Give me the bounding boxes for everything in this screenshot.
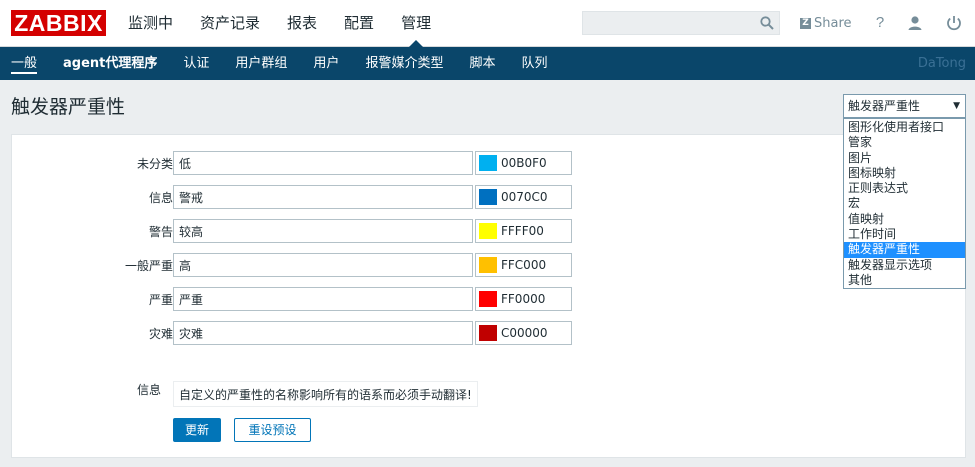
severity-row: 一般严重 FFC000 xyxy=(12,253,967,277)
color-swatch[interactable] xyxy=(479,325,497,341)
reset-defaults-button[interactable]: 重设预设 xyxy=(234,418,311,442)
main-nav-administration[interactable]: 管理 xyxy=(401,0,431,47)
search-box xyxy=(582,11,780,35)
search-input[interactable] xyxy=(583,12,753,34)
severity-row: 未分类 00B0F0 xyxy=(12,151,967,175)
severity-color-field[interactable]: FFC000 xyxy=(475,253,572,277)
dropdown-option[interactable]: 值映射 xyxy=(844,212,965,227)
severity-color-field[interactable]: C00000 xyxy=(475,321,572,345)
severity-label: 灾难 xyxy=(148,327,173,341)
color-hex-value: FF0000 xyxy=(501,292,546,306)
dropdown-option[interactable]: 管家 xyxy=(844,135,965,150)
sub-nav-authentication[interactable]: 认证 xyxy=(183,47,209,80)
color-hex-value: FFFF00 xyxy=(501,224,544,238)
main-nav-configuration[interactable]: 配置 xyxy=(344,0,374,47)
sub-nav-general[interactable]: 一般 xyxy=(11,47,38,80)
sub-nav-users[interactable]: 用户 xyxy=(313,47,339,80)
sub-nav-scripts[interactable]: 脚本 xyxy=(469,47,495,80)
severity-row: 严重 FF0000 xyxy=(12,287,967,311)
severity-color-field[interactable]: 0070C0 xyxy=(475,185,572,209)
sub-nav-proxies[interactable]: agent代理程序 xyxy=(63,47,157,80)
severity-label: 信息 xyxy=(148,191,173,205)
main-nav-inventory[interactable]: 资产记录 xyxy=(200,0,260,47)
top-header: ZABBIX 监测中 资产记录 报表 配置 管理 Z Share ? xyxy=(0,0,975,47)
severity-form: 未分类 00B0F0 信息 0070C0 警告 FFFF00 一般严重 FFC0… xyxy=(11,134,966,458)
dropdown-option[interactable]: 图形化使用者接口 xyxy=(844,120,965,135)
color-hex-value: C00000 xyxy=(501,326,548,340)
severity-name-input[interactable] xyxy=(173,287,473,311)
chevron-down-icon: ▼ xyxy=(953,101,960,111)
dropdown-option[interactable]: 图片 xyxy=(844,151,965,166)
severity-label: 未分类 xyxy=(136,157,173,171)
dropdown-option[interactable]: 工作时间 xyxy=(844,227,965,242)
main-nav-monitoring[interactable]: 监测中 xyxy=(128,0,173,47)
color-swatch[interactable] xyxy=(479,223,497,239)
color-hex-value: 0070C0 xyxy=(501,190,548,204)
share-label: Share xyxy=(814,15,852,31)
dropdown-option[interactable]: 图标映射 xyxy=(844,166,965,181)
color-hex-value: FFC000 xyxy=(501,258,547,272)
severity-label: 一般严重 xyxy=(124,259,173,273)
color-hex-value: 00B0F0 xyxy=(501,156,547,170)
page-select[interactable]: 触发器严重性 ▼ xyxy=(843,94,966,118)
severity-name-input[interactable] xyxy=(173,253,473,277)
severity-row: 警告 FFFF00 xyxy=(12,219,967,243)
severity-row: 信息 0070C0 xyxy=(12,185,967,209)
severity-name-input[interactable] xyxy=(173,321,473,345)
user-profile-icon[interactable] xyxy=(906,14,924,32)
severity-label: 警告 xyxy=(148,225,173,239)
color-swatch[interactable] xyxy=(479,257,497,273)
main-nav: 监测中 资产记录 报表 配置 管理 xyxy=(128,0,458,47)
severity-name-input[interactable] xyxy=(173,185,473,209)
zabbix-logo[interactable]: ZABBIX xyxy=(11,10,106,36)
severity-row: 灾难 C00000 xyxy=(12,321,967,345)
severity-label: 严重 xyxy=(148,293,173,307)
share-link[interactable]: Z Share xyxy=(800,14,852,32)
page-title: 触发器严重性 xyxy=(11,96,126,118)
page-select-dropdown: 图形化使用者接口 管家 图片 图标映射 正则表达式 宏 值映射 工作时间 触发器… xyxy=(843,118,966,289)
severity-name-input[interactable] xyxy=(173,151,473,175)
dropdown-option[interactable]: 宏 xyxy=(844,196,965,211)
info-label: 信息 xyxy=(136,383,161,397)
color-swatch[interactable] xyxy=(479,189,497,205)
search-icon[interactable] xyxy=(760,16,774,30)
dropdown-option[interactable]: 其他 xyxy=(844,273,965,288)
sub-nav-queue[interactable]: 队列 xyxy=(521,47,547,80)
severity-color-field[interactable]: 00B0F0 xyxy=(475,151,572,175)
main-nav-reports[interactable]: 报表 xyxy=(287,0,317,47)
sub-nav: 一般 agent代理程序 认证 用户群组 用户 报警媒介类型 脚本 队列 DaT… xyxy=(0,47,975,80)
sub-nav-user-groups[interactable]: 用户群组 xyxy=(235,47,287,80)
page-select-value: 触发器严重性 xyxy=(848,99,921,113)
info-message: 自定义的严重性的名称影响所有的语系而必须手动翻译! xyxy=(173,381,478,407)
dropdown-option[interactable]: 正则表达式 xyxy=(844,181,965,196)
current-user: DaTong xyxy=(917,56,966,71)
logout-power-icon[interactable] xyxy=(945,14,963,32)
dropdown-option[interactable]: 触发器显示选项 xyxy=(844,258,965,273)
severity-color-field[interactable]: FF0000 xyxy=(475,287,572,311)
severity-name-input[interactable] xyxy=(173,219,473,243)
severity-color-field[interactable]: FFFF00 xyxy=(475,219,572,243)
help-icon[interactable]: ? xyxy=(871,14,889,32)
dropdown-option-selected[interactable]: 触发器严重性 xyxy=(844,242,965,258)
update-button[interactable]: 更新 xyxy=(173,418,221,442)
color-swatch[interactable] xyxy=(479,291,497,307)
sub-nav-media-types[interactable]: 报警媒介类型 xyxy=(365,47,443,80)
share-badge-icon: Z xyxy=(800,17,811,29)
color-swatch[interactable] xyxy=(479,155,497,171)
